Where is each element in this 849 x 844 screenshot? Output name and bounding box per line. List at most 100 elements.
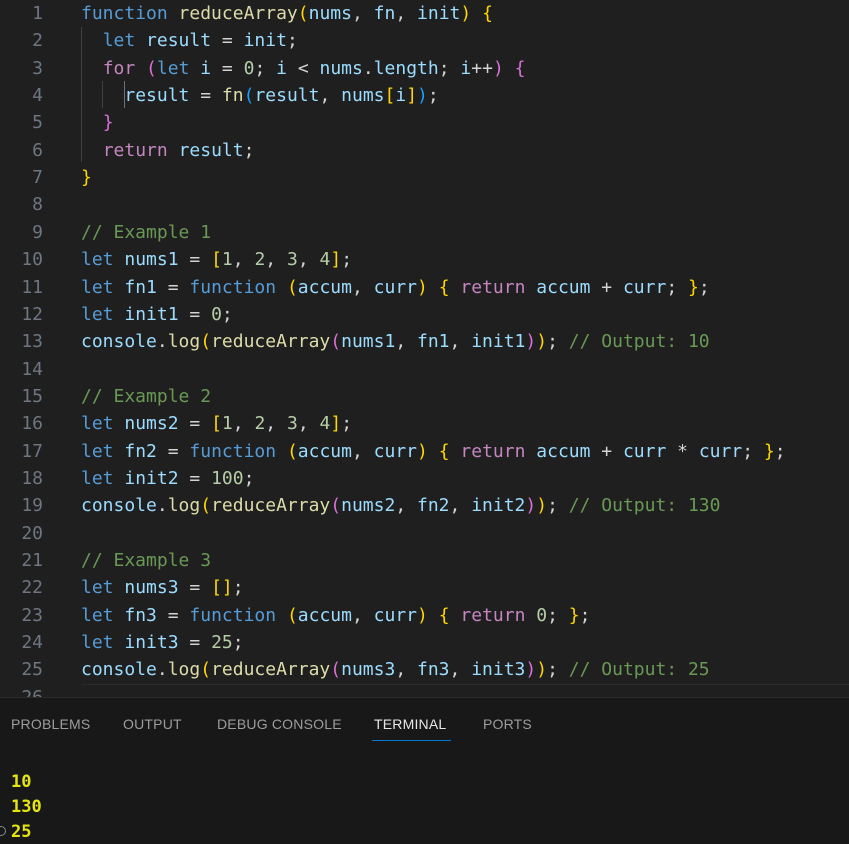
code-token: = bbox=[178, 249, 212, 271]
code-token: , bbox=[232, 249, 255, 271]
code-text: console.log(reduceArray(nums3, fn3, init… bbox=[81, 656, 710, 683]
code-token: ; bbox=[232, 632, 244, 654]
code-token: nums bbox=[341, 85, 385, 107]
code-line: 10 let nums1 = [1, 2, 3, 4]; bbox=[0, 246, 849, 273]
code-token: 2 bbox=[254, 249, 266, 271]
line-number: 1 bbox=[32, 3, 43, 24]
code-token: 3 bbox=[286, 249, 298, 271]
code-token: , bbox=[319, 85, 342, 107]
code-token: ( bbox=[243, 85, 255, 107]
code-token: init bbox=[243, 30, 287, 52]
code-token: fn1 bbox=[124, 276, 157, 298]
code-token: [ bbox=[384, 85, 396, 107]
code-token: , bbox=[449, 495, 472, 517]
code-line: 2 let result = init; bbox=[0, 27, 849, 54]
code-token: ( bbox=[330, 331, 342, 353]
code-token: ( bbox=[200, 659, 212, 681]
code-token: = bbox=[156, 440, 190, 462]
code-line: 7} bbox=[0, 164, 849, 191]
code-text: let fn2 = function (accum, curr) { retur… bbox=[81, 438, 786, 465]
code-token: . bbox=[362, 57, 374, 79]
code-token: , bbox=[351, 604, 374, 626]
code-token: ) bbox=[417, 276, 428, 298]
code-text: return result; bbox=[81, 137, 255, 164]
code-line: 6 return result; bbox=[0, 137, 849, 164]
code-line: 15 // Example 2 bbox=[0, 383, 849, 410]
code-token: let bbox=[102, 30, 136, 52]
code-token: ; bbox=[221, 303, 233, 325]
line-number: 14 bbox=[21, 358, 43, 380]
code-token: accum bbox=[297, 276, 352, 298]
code-token: } bbox=[81, 167, 92, 189]
code-token: ) bbox=[536, 495, 548, 517]
code-token: ; bbox=[547, 659, 558, 681]
code-token: 1 bbox=[221, 249, 233, 271]
code-token: = bbox=[178, 303, 212, 325]
tab-ports[interactable]: PORTS bbox=[483, 716, 532, 732]
line-number: 3 bbox=[32, 57, 43, 79]
code-token: curr bbox=[373, 276, 418, 298]
line-number: 4 bbox=[32, 85, 43, 107]
code-token: , bbox=[395, 659, 417, 681]
code-token: let bbox=[81, 632, 114, 654]
code-line: 3 for (let i = 0; i < nums.length; i++) … bbox=[0, 55, 849, 82]
code-token: return bbox=[460, 604, 526, 626]
tab-problems[interactable]: PROBLEMS bbox=[11, 716, 90, 732]
code-token: ++ bbox=[471, 57, 493, 79]
code-token: ] bbox=[406, 85, 418, 107]
code-token: ( bbox=[330, 495, 342, 517]
line-number: 11 bbox=[21, 276, 43, 298]
code-text: for (let i = 0; i < nums.length; i++) { bbox=[81, 55, 526, 82]
code-token: { bbox=[438, 440, 450, 462]
code-token: init1 bbox=[471, 331, 526, 353]
code-line: 4 result = fn(result, nums[i]); bbox=[0, 82, 849, 109]
code-token: = bbox=[156, 604, 190, 626]
code-token: . bbox=[156, 331, 168, 353]
code-token: // Output: 10 bbox=[568, 331, 710, 353]
tab-terminal[interactable]: TERMINAL bbox=[374, 716, 446, 732]
tab-output[interactable]: OUTPUT bbox=[123, 716, 182, 732]
code-token: nums3 bbox=[341, 659, 396, 681]
code-token: nums bbox=[308, 3, 352, 24]
code-token: , bbox=[265, 413, 287, 435]
code-token: . bbox=[156, 495, 168, 517]
code-token: curr bbox=[622, 276, 667, 298]
code-token: ( bbox=[286, 440, 298, 462]
code-line: 22 let nums3 = []; bbox=[0, 574, 849, 601]
code-token: } bbox=[688, 276, 699, 298]
indent-guide bbox=[102, 81, 103, 108]
code-editor[interactable]: 1 function reduceArray(nums, fn, init) {2… bbox=[0, 0, 849, 697]
line-number: 18 bbox=[21, 467, 43, 489]
code-token: let bbox=[81, 467, 114, 489]
code-text: let result = init; bbox=[81, 27, 298, 54]
code-token: log bbox=[167, 331, 201, 353]
code-token: init2 bbox=[471, 495, 526, 517]
code-line: 18 let init2 = 100; bbox=[0, 465, 849, 492]
code-token: + bbox=[590, 276, 623, 298]
code-token: accum bbox=[536, 440, 591, 462]
code-token: , bbox=[395, 331, 417, 353]
code-token: result bbox=[146, 30, 212, 52]
code-token: { bbox=[438, 276, 450, 298]
tab-debug-console[interactable]: DEBUG CONSOLE bbox=[217, 716, 342, 732]
code-token: i bbox=[276, 57, 287, 79]
code-token: let bbox=[81, 440, 114, 462]
current-line-border bbox=[81, 684, 849, 685]
code-token: } bbox=[763, 440, 775, 462]
line-number: 9 bbox=[32, 221, 43, 243]
